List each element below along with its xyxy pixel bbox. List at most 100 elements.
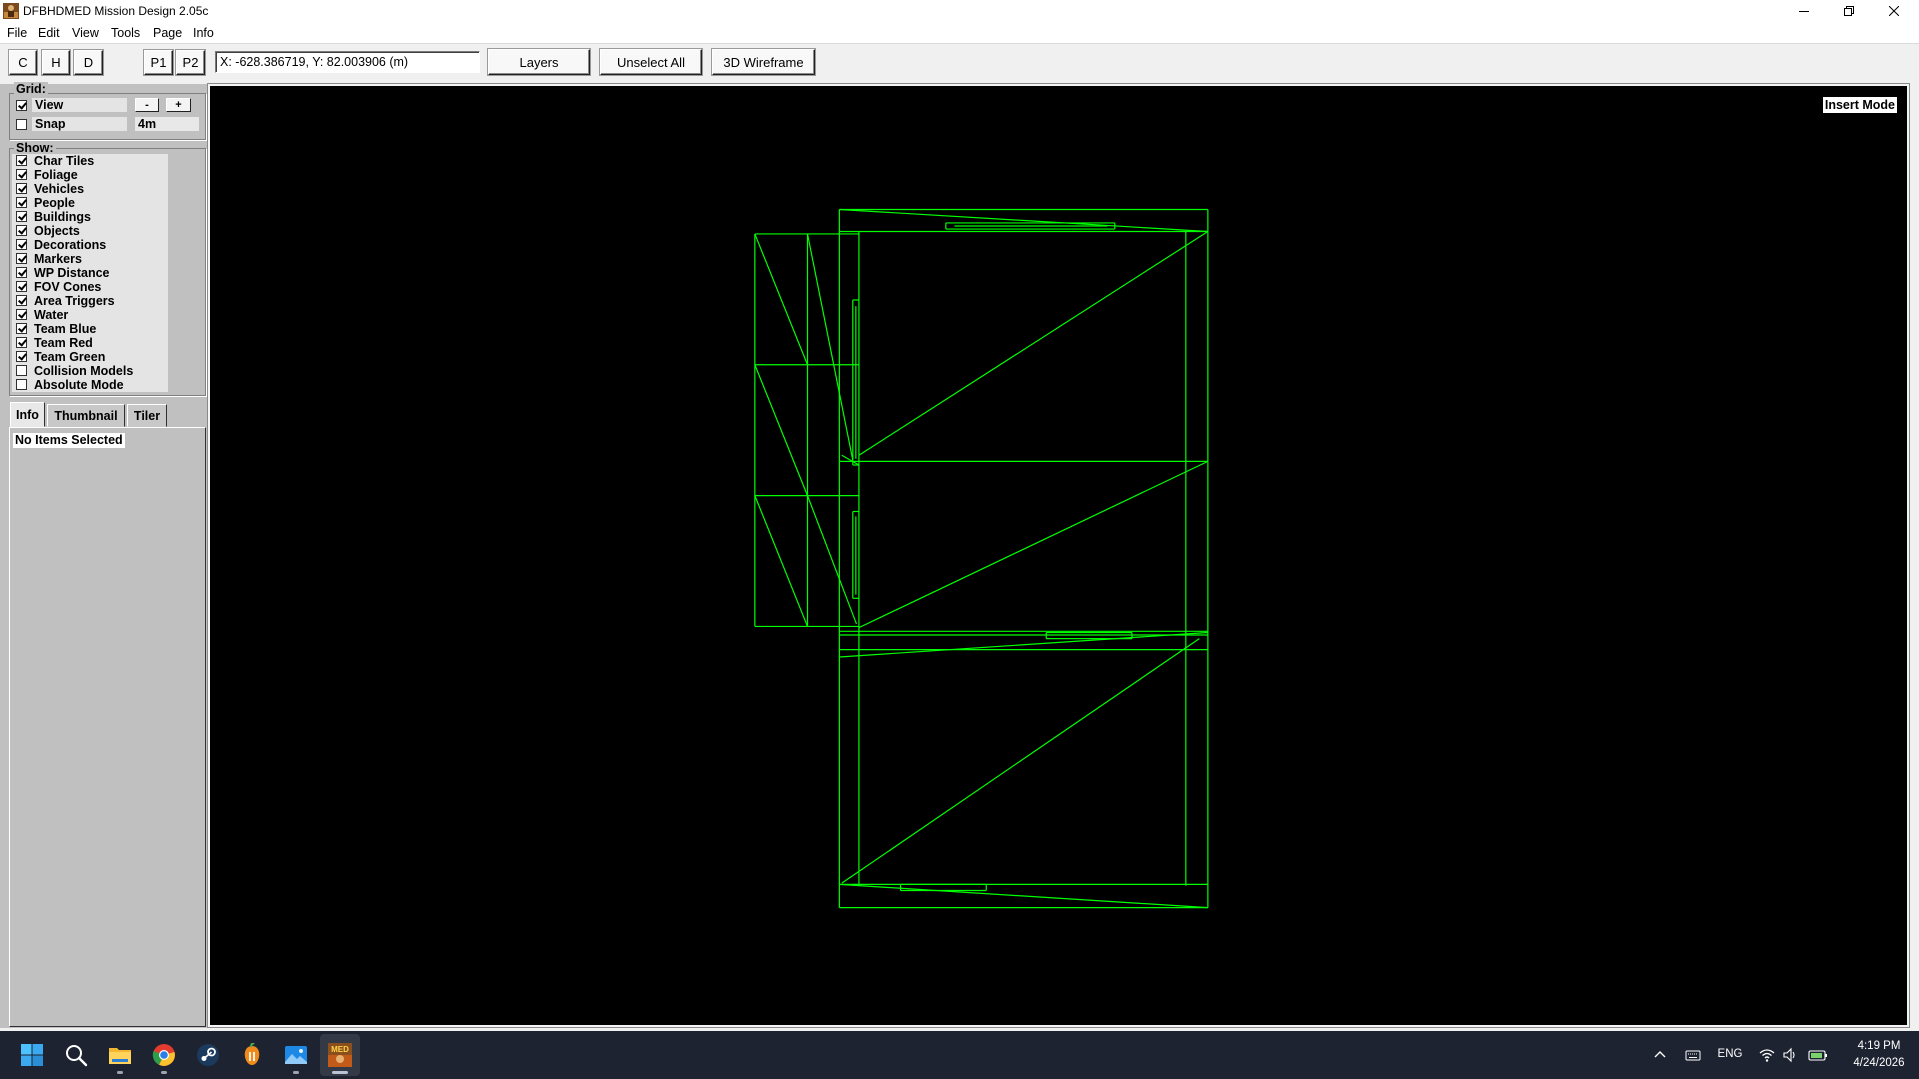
show-item-label: FOV Cones [34,280,102,294]
running-indicator [161,1071,167,1074]
volume-icon[interactable] [1782,1047,1798,1063]
view-c-button[interactable]: C [9,50,37,75]
checkbox[interactable] [16,183,27,194]
show-item-buildings[interactable]: Buildings [12,210,168,224]
wireframe-line [755,234,808,365]
checkbox[interactable] [16,365,27,376]
file-explorer-icon [109,1048,131,1064]
keyboard-icon[interactable] [1685,1047,1701,1063]
chevron-up-icon[interactable] [1652,1047,1668,1063]
grid-plus-button[interactable]: + [166,98,191,112]
grid-snap-label: Snap [32,117,127,131]
checkbox[interactable] [16,323,27,334]
grid-minus-button[interactable]: - [135,98,159,112]
map-canvas[interactable]: Insert Mode [210,86,1907,1025]
wireframe-view[interactable] [210,86,1907,1025]
checkbox[interactable] [16,295,27,306]
start-button[interactable] [12,1034,52,1076]
show-item-team-red[interactable]: Team Red [12,336,168,350]
tab-thumbnail[interactable]: Thumbnail [47,404,125,427]
wifi-icon[interactable] [1759,1047,1775,1063]
page-p2-button[interactable]: P2 [176,50,205,75]
show-item-label: People [34,196,75,210]
wireframe-line [839,633,1208,657]
menu-tools[interactable]: Tools [111,26,140,40]
unselect-all-button[interactable]: Unselect All [600,49,702,75]
show-item-label: Area Triggers [34,294,115,308]
left-panel: Grid: View - + Snap 4m Show: Char Tiles F… [0,82,208,1028]
restore-button[interactable] [1826,0,1872,22]
checkbox[interactable] [16,155,27,166]
show-item-decorations[interactable]: Decorations [12,238,168,252]
checkbox[interactable] [16,379,27,390]
title-bar[interactable]: DFBHDMED Mission Design 2.05c [0,0,1919,22]
show-item-wp-distance[interactable]: WP Distance [12,266,168,280]
checkbox[interactable] [16,337,27,348]
checkbox[interactable] [16,169,27,180]
clock-date[interactable]: 4/24/2026 [1844,1057,1914,1069]
menu-page[interactable]: Page [153,26,182,40]
show-item-label: WP Distance [34,266,110,280]
show-item-foliage[interactable]: Foliage [12,168,168,182]
minimize-button[interactable] [1781,0,1827,22]
taskbar-fl-studio[interactable] [232,1034,272,1076]
grid-size-field[interactable]: 4m [135,117,199,131]
view-d-button[interactable]: D [74,50,103,75]
checkbox[interactable] [16,351,27,362]
page-p1-button[interactable]: P1 [144,50,173,75]
show-item-vehicles[interactable]: Vehicles [12,182,168,196]
show-label: Show: [14,141,56,155]
show-item-fov-cones[interactable]: FOV Cones [12,280,168,294]
taskbar-steam[interactable] [188,1034,228,1076]
checkbox[interactable] [16,197,27,208]
checkbox[interactable] [16,309,27,320]
mission-design-taskbar-icon: MED [328,1043,352,1067]
show-item-team-green[interactable]: Team Green [12,350,168,364]
checkbox[interactable] [16,239,27,250]
search-button[interactable] [56,1034,96,1076]
close-button[interactable] [1871,0,1917,22]
taskbar-file-explorer[interactable] [100,1034,140,1076]
show-item-objects[interactable]: Objects [12,224,168,238]
show-item-water[interactable]: Water [12,308,168,322]
menu-edit[interactable]: Edit [38,26,60,40]
layers-button[interactable]: Layers [488,49,590,75]
show-item-label: Buildings [34,210,91,224]
view-h-button[interactable]: H [42,50,70,75]
show-item-people[interactable]: People [12,196,168,210]
tab-info[interactable]: Info [10,402,45,427]
show-item-absolute-mode[interactable]: Absolute Mode [12,378,168,392]
show-item-char-tiles[interactable]: Char Tiles [12,154,168,168]
show-item-label: Team Green [34,350,106,364]
battery-icon[interactable] [1808,1047,1828,1063]
checkbox[interactable] [16,211,27,222]
checkbox[interactable] [16,225,27,236]
minimize-icon [1799,11,1809,12]
grid-snap-checkbox[interactable] [16,119,27,130]
language-indicator[interactable]: ENG [1714,1048,1746,1060]
show-item-collision-models[interactable]: Collision Models [12,364,168,378]
3d-wireframe-button[interactable]: 3D Wireframe [712,49,815,75]
running-indicator [332,1071,348,1074]
grid-view-checkbox[interactable] [16,100,27,111]
wireframe-line [808,496,857,624]
menu-view[interactable]: View [72,26,99,40]
show-item-markers[interactable]: Markers [12,252,168,266]
taskbar-chrome[interactable] [144,1034,184,1076]
checkbox[interactable] [16,267,27,278]
show-item-team-blue[interactable]: Team Blue [12,322,168,336]
restore-icon [1844,6,1854,16]
wireframe-line [839,884,1208,907]
show-item-area-triggers[interactable]: Area Triggers [12,294,168,308]
taskbar-mission-design[interactable]: MED [320,1034,360,1076]
menu-file[interactable]: File [7,26,27,40]
checkbox[interactable] [16,253,27,264]
med-logo-text: MED [331,1045,349,1054]
menu-info[interactable]: Info [193,26,214,40]
clock-time[interactable]: 4:19 PM [1849,1040,1909,1052]
checkbox[interactable] [16,281,27,292]
tab-tiler[interactable]: Tiler [127,404,167,427]
menu-bar: File Edit View Tools Page Info [0,22,1919,44]
taskbar-photos[interactable] [276,1034,316,1076]
photos-icon [285,1046,307,1064]
